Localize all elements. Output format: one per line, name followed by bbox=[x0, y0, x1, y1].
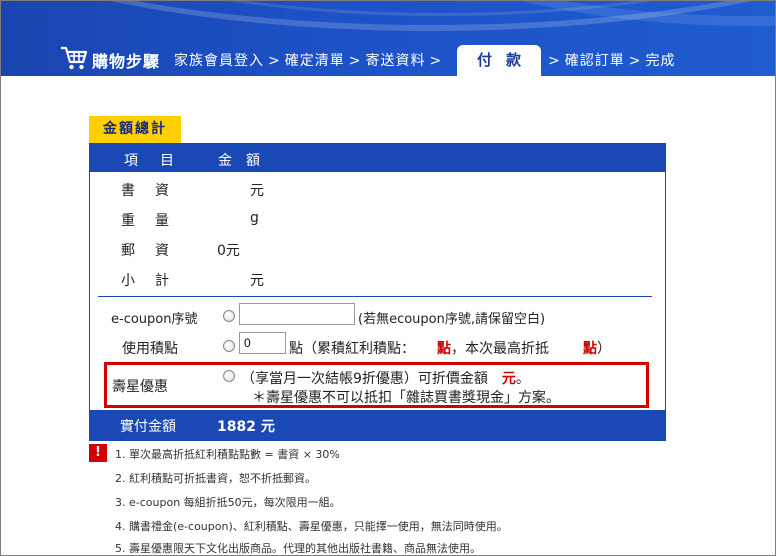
points-red-mark: 點 bbox=[437, 341, 451, 357]
step-separator: > bbox=[348, 53, 362, 69]
step-title: 購物步驟 bbox=[92, 52, 161, 71]
step-separator: > bbox=[548, 53, 561, 69]
coupon-row: e-coupon序號 (若無ecoupon序號,請保留空白) bbox=[90, 302, 665, 332]
shopping-cart-icon bbox=[61, 46, 88, 70]
row-value: 元 bbox=[250, 273, 264, 289]
points-text-middle: ，本次最高折抵 bbox=[451, 341, 549, 357]
row-label: 郵資 bbox=[121, 243, 189, 259]
note-item: 2. 紅利積點可折抵書資，恕不折抵郵資。 bbox=[115, 472, 316, 485]
step-separator: > bbox=[429, 53, 443, 69]
table-row: 小計 元 bbox=[90, 264, 665, 294]
divider bbox=[98, 296, 652, 297]
step-payment-active: 付款 bbox=[457, 45, 541, 76]
breadcrumb-before: 家族會員登入 > 確定清單 > 寄送資料 > bbox=[174, 50, 446, 70]
discount-red-unit: 元 bbox=[501, 371, 516, 387]
amount-summary-panel: 項目 金額 書資 元 重量 g 郵資 0元 小計 元 e-coupon序號 (若… bbox=[89, 143, 666, 441]
row-label: 小計 bbox=[121, 273, 189, 289]
points-label: 使用積點 bbox=[122, 341, 178, 357]
header-amount: 金額 bbox=[218, 153, 274, 169]
step-confirm-order: 確認訂單 bbox=[564, 53, 625, 69]
table-row: 郵資 0元 bbox=[90, 234, 665, 264]
table-row: 書資 元 bbox=[90, 174, 665, 204]
row-label: 重量 bbox=[121, 213, 189, 229]
note-item: 4. 購書禮金(e-coupon)、紅利積點、壽星優惠，只能擇一使用，無法同時使… bbox=[115, 520, 508, 533]
step-separator: > bbox=[628, 53, 642, 69]
points-input[interactable] bbox=[239, 332, 286, 354]
step-bar: 購物步驟 家族會員登入 > 確定清單 > 寄送資料 > 付款 > 確認訂單 > 完成 bbox=[1, 45, 775, 76]
total-value: 1882 元 bbox=[217, 419, 275, 435]
row-value: g bbox=[250, 210, 259, 226]
discount-line1: （享當月一次結帳9折優惠）可折價金額 元。 bbox=[241, 368, 530, 388]
coupon-input[interactable] bbox=[239, 303, 355, 325]
step-member-login: 家族會員登入 bbox=[174, 53, 264, 69]
discount-radio[interactable] bbox=[223, 370, 235, 382]
points-radio[interactable] bbox=[223, 340, 235, 352]
row-value: 元 bbox=[250, 183, 264, 199]
section-title-tab: 金額總計 bbox=[89, 116, 181, 143]
step-shipping-info: 寄送資料 bbox=[365, 53, 426, 69]
birthday-discount-box: 壽星優惠 （享當月一次結帳9折優惠）可折價金額 元。 ＊壽星優惠不可以抵扣「雜誌買… bbox=[104, 362, 649, 408]
note-item: 1. 單次最高折抵紅利積點點數 = 書資 × 30% bbox=[115, 448, 340, 461]
coupon-label: e-coupon序號 bbox=[111, 312, 198, 327]
points-text-after: ） bbox=[597, 341, 611, 357]
table-row: 重量 g bbox=[90, 204, 665, 234]
breadcrumb-after: > 確認訂單 > 完成 bbox=[544, 50, 675, 70]
note-item: 3. e-coupon 每組折抵50元，每次限用一組。 bbox=[115, 496, 341, 509]
total-bar: 實付金額 1882 元 bbox=[90, 410, 665, 440]
step-confirm-list: 確定清單 bbox=[284, 53, 345, 69]
coupon-radio[interactable] bbox=[223, 310, 235, 322]
coupon-note: (若無ecoupon序號,請保留空白) bbox=[358, 312, 546, 327]
alert-icon: ! bbox=[89, 444, 107, 462]
points-info: 點（累積紅利積點： 點，本次最高折抵 點） bbox=[289, 338, 611, 358]
discount-text-end: 。 bbox=[515, 371, 530, 387]
discount-text: （享當月一次結帳9折優惠）可折價金額 bbox=[241, 371, 488, 387]
row-label: 書資 bbox=[121, 183, 189, 199]
step-separator: > bbox=[268, 53, 281, 69]
step-complete: 完成 bbox=[645, 53, 676, 69]
points-text-before: 點（累積紅利積點： bbox=[289, 341, 415, 357]
row-value: 0元 bbox=[217, 243, 240, 259]
discount-note: ＊壽星優惠不可以抵扣「雜誌買書獎現金」方案。 bbox=[252, 390, 560, 406]
note-item: 5. 壽星優惠限天下文化出版商品。代理的其他出版社書籍、商品無法使用。 bbox=[115, 542, 481, 555]
table-header: 項目 金額 bbox=[90, 144, 665, 172]
page-frame: 購物步驟 家族會員登入 > 確定清單 > 寄送資料 > 付款 > 確認訂單 > 完成 金額總計 … bbox=[0, 0, 776, 556]
points-red-mark: 點 bbox=[583, 341, 597, 357]
points-row: 使用積點 點（累積紅利積點：點，本次最高折抵點） bbox=[90, 332, 665, 362]
discount-label: 壽星優惠 bbox=[112, 379, 168, 395]
header-item: 項目 bbox=[124, 153, 196, 169]
header-banner: 購物步驟 家族會員登入 > 確定清單 > 寄送資料 > 付款 > 確認訂單 > 完成 bbox=[1, 1, 775, 76]
total-label: 實付金額 bbox=[120, 419, 176, 435]
